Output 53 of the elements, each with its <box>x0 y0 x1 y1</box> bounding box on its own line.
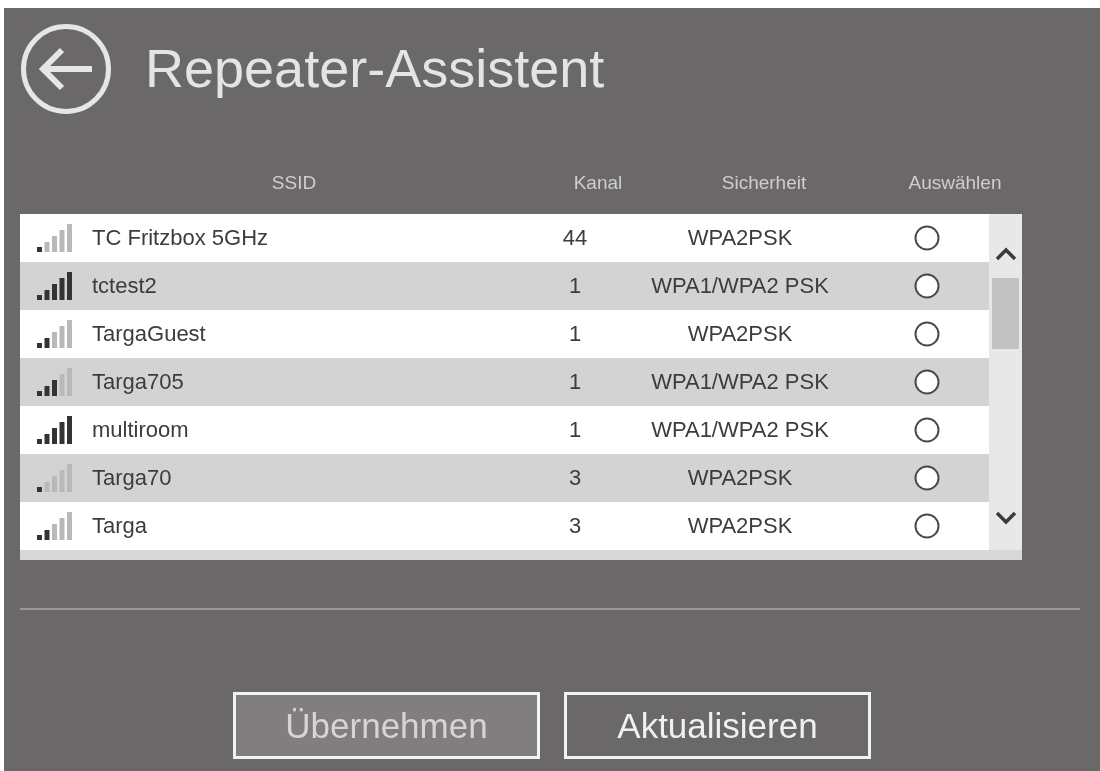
scrollbar-track[interactable] <box>989 214 1022 550</box>
security-cell: WPA1/WPA2 PSK <box>651 417 829 443</box>
radio-button[interactable] <box>914 417 940 443</box>
security-cell: WPA1/WPA2 PSK <box>651 273 829 299</box>
network-row[interactable]: TargaGuest 1 WPA2PSK <box>20 310 989 358</box>
chevron-down-icon[interactable] <box>993 510 1018 526</box>
radio-button[interactable] <box>914 513 940 539</box>
radio-button[interactable] <box>914 369 940 395</box>
ssid-cell: Targa705 <box>92 369 184 395</box>
radio-button[interactable] <box>914 273 940 299</box>
back-button[interactable] <box>20 22 112 115</box>
radio-circle-icon <box>914 273 940 299</box>
security-cell: WPA2PSK <box>687 513 793 539</box>
channel-cell: 44 <box>562 225 588 251</box>
scrollbar-thumb[interactable] <box>992 278 1019 349</box>
channel-cell: 1 <box>568 369 582 395</box>
channel-cell: 1 <box>568 273 582 299</box>
network-row[interactable]: multiroom 1 WPA1/WPA2 PSK <box>20 406 989 454</box>
radio-button[interactable] <box>914 225 940 251</box>
radio-circle-icon <box>914 225 940 251</box>
radio-circle-icon <box>914 321 940 347</box>
network-row[interactable]: Targa 3 WPA2PSK <box>20 502 989 550</box>
ssid-cell: TargaGuest <box>92 321 206 347</box>
column-header: Auswählen <box>908 172 1002 194</box>
action-button[interactable]: Aktualisieren <box>564 692 871 759</box>
radio-circle-icon <box>914 417 940 443</box>
network-row[interactable]: Targa70 3 WPA2PSK <box>20 454 989 502</box>
radio-circle-icon <box>914 369 940 395</box>
network-row[interactable]: TC Fritzbox 5GHz 44 WPA2PSK <box>20 214 989 262</box>
ssid-cell: multiroom <box>92 417 189 443</box>
ssid-cell: Targa <box>92 513 148 539</box>
column-header: SSID <box>271 172 317 194</box>
column-header: Sicherheit <box>721 172 807 194</box>
ssid-cell: Targa70 <box>92 465 172 491</box>
radio-circle-icon <box>914 513 940 539</box>
network-row[interactable]: Targa705 1 WPA1/WPA2 PSK <box>20 358 989 406</box>
channel-cell: 3 <box>568 513 582 539</box>
radio-button[interactable] <box>914 465 940 491</box>
ssid-cell: TC Fritzbox 5GHz <box>92 225 269 251</box>
ssid-cell: tctest2 <box>92 273 157 299</box>
security-cell: WPA2PSK <box>687 465 793 491</box>
radio-button[interactable] <box>914 321 940 347</box>
column-header: Kanal <box>573 172 623 194</box>
channel-cell: 1 <box>568 417 582 443</box>
page-title: Repeater-Assistent <box>145 38 605 99</box>
radio-circle-icon <box>914 465 940 491</box>
network-row[interactable]: tctest2 1 WPA1/WPA2 PSK <box>20 262 989 310</box>
security-cell: WPA2PSK <box>687 321 793 347</box>
channel-cell: 1 <box>568 321 582 347</box>
channel-cell: 3 <box>568 465 582 491</box>
security-cell: WPA1/WPA2 PSK <box>651 369 829 395</box>
security-cell: WPA2PSK <box>687 225 793 251</box>
chevron-up-icon[interactable] <box>993 246 1018 262</box>
